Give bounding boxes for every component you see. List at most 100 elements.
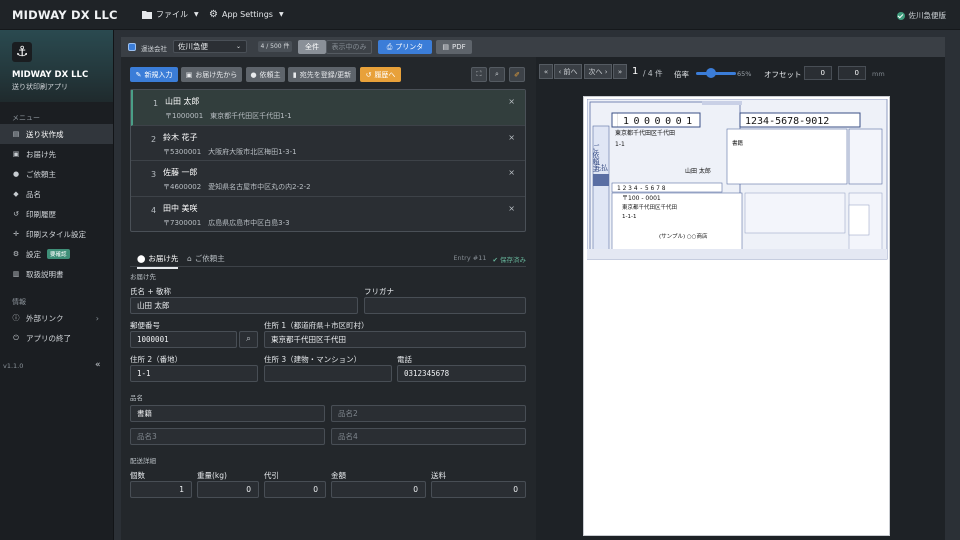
delete-icon[interactable]: × (508, 133, 515, 142)
search-icon: ⌕ (245, 334, 252, 344)
address3-input[interactable] (264, 365, 392, 382)
fullscreen-button[interactable]: ⛶ (471, 67, 487, 82)
client-button[interactable]: ● 依頼主 (246, 67, 285, 82)
filter-all-button[interactable]: 全件 (298, 40, 326, 54)
style-icon: ✛ (13, 230, 19, 238)
quantity-input[interactable]: 1 (130, 481, 192, 498)
phone-label: 電話 (397, 355, 412, 364)
zip-search-button[interactable]: ⌕ (239, 331, 258, 348)
item2-input[interactable]: 品名2 (331, 405, 526, 422)
shipment-list: 1 山田 太郎 〒1000001 東京都千代田区千代田1-1 × 2 鈴木 花子 〒530… (130, 89, 526, 232)
bookmark-icon: ▮ (292, 70, 297, 79)
name-input[interactable]: 山田 太郎 (130, 297, 358, 314)
folder-icon (142, 11, 152, 19)
menu-section-label: メニュー (12, 114, 40, 122)
sidebar-item-settings[interactable]: ⚙ 設定 要確認 (0, 244, 113, 264)
carrier-select[interactable]: 佐川急便 ⌄ (173, 40, 247, 53)
address2-input[interactable]: 1-1 (130, 365, 258, 382)
sidebar-item-label: 取扱説明書 (26, 269, 64, 279)
slip-sender-address2: 1-1-1 (622, 214, 636, 220)
sidebar-item-history[interactable]: ↺ 印刷履歴 (0, 204, 113, 224)
broom-icon: ✐ (514, 70, 520, 79)
prev-page-label: 前へ (563, 67, 578, 76)
next-page-button[interactable]: 次へ › (584, 64, 612, 79)
app-brand: MIDWAY DX LLC (12, 8, 118, 22)
zoom-slider-handle[interactable] (706, 68, 716, 78)
filter-visible-button[interactable]: 表示中のみ (326, 40, 372, 54)
carrier-checkbox[interactable] (128, 43, 136, 51)
delete-icon[interactable]: × (508, 204, 515, 213)
first-page-button[interactable]: « (539, 64, 553, 79)
search-icon: ⌕ (495, 70, 499, 78)
prev-page-button[interactable]: ‹ 前へ (554, 64, 582, 79)
file-icon: ▤ (12, 130, 20, 138)
quantity-label: 個数 (130, 471, 145, 480)
file-menu-label: ファイル (156, 10, 188, 19)
zip-input[interactable]: 1000001 (130, 331, 237, 348)
list-item-number: 4 (151, 205, 157, 215)
clear-button[interactable]: ✐ (509, 67, 525, 82)
register-address-button[interactable]: ▮ 宛先を登録/更新 (288, 67, 356, 82)
sidebar-item-label: ご依頼主 (26, 169, 56, 179)
zoom-label: 倍率 (674, 70, 689, 79)
to-history-button[interactable]: ↺ 履歴へ (360, 67, 401, 82)
item3-input[interactable]: 品名3 (130, 428, 325, 445)
tab-destination[interactable]: ⬤ お届け先 (137, 253, 179, 269)
delete-icon[interactable]: × (508, 168, 515, 177)
address1-input[interactable]: 東京都千代田区千代田 (264, 331, 526, 348)
shipping-fee-input[interactable]: 0 (431, 481, 526, 498)
sidebar-item-print-style[interactable]: ✛ 印刷スタイル設定 (0, 224, 113, 244)
sidebar-item-items[interactable]: ◆ 品名 (0, 184, 113, 204)
sidebar-item-manual[interactable]: ▥ 取扱説明書 (0, 264, 113, 284)
item1-input[interactable]: 書籍 (130, 405, 325, 422)
shipping-slip: ご依頼主 元払 1000001 1234-5678-9012 東京都千代田区千代… (587, 99, 888, 260)
collapse-sidebar-icon[interactable]: « (95, 360, 101, 370)
tab-client-label: ご依頼主 (194, 254, 225, 263)
list-item[interactable]: 2 鈴木 花子 〒5300001 大阪府大阪市北区梅田1-3-1 × (131, 126, 525, 161)
sidebar-item-quit[interactable]: ⏻ アプリの終了 (0, 328, 113, 348)
sidebar-item-external-links[interactable]: ⓘ 外部リンク › (0, 308, 113, 328)
list-item[interactable]: 1 山田 太郎 〒1000001 東京都千代田区千代田1-1 × (131, 90, 525, 126)
cod-input[interactable]: 0 (264, 481, 326, 498)
list-item[interactable]: 3 佐藤 一郎 〒4600002 愛知県名古屋市中区丸の内2-2-2 × (131, 161, 525, 197)
list-item-name: 山田 太郎 (165, 97, 200, 106)
entry-number: Entry #11 (453, 254, 487, 262)
offset-y-input[interactable]: 0 (838, 66, 866, 80)
register-address-label: 宛先を登録/更新 (299, 70, 352, 79)
user-icon: ● (250, 70, 257, 79)
carrier-status-label: 佐川急便版 (908, 11, 947, 20)
last-page-button[interactable]: » (613, 64, 627, 79)
pdf-button[interactable]: ▤ PDF (436, 40, 472, 54)
zoom-value: 65% (737, 70, 752, 78)
amount-input[interactable]: 0 (331, 481, 426, 498)
main-panel: 運送会社 佐川急便 ⌄ 4 / 500 件 全件 表示中のみ ⎙ プリンタ ▤ PDF… (121, 37, 945, 540)
weight-input[interactable]: 0 (197, 481, 259, 498)
address3-label: 住所 3（建物・マンション） (264, 355, 362, 364)
tab-client[interactable]: ⌂ ご依頼主 (187, 253, 225, 264)
item4-input[interactable]: 品名4 (331, 428, 526, 445)
sidebar-item-label: 印刷履歴 (26, 209, 56, 219)
zoom-slider[interactable] (696, 72, 736, 75)
kana-input[interactable] (364, 297, 526, 314)
list-item-address: 〒5300001 大阪府大阪市北区梅田1-3-1 (163, 147, 297, 156)
list-item[interactable]: 4 田中 美咲 〒7300001 広島県広島市中区白島3-3 × (131, 197, 525, 233)
info-section-label: 情報 (12, 298, 26, 306)
phone-input[interactable]: 0312345678 (397, 365, 526, 382)
offset-x-input[interactable]: 0 (804, 66, 832, 80)
file-menu[interactable]: ファイル ▼ (142, 9, 199, 20)
printer-button[interactable]: ⎙ プリンタ (378, 40, 432, 54)
slip-address2: 1-1 (615, 141, 625, 148)
sidebar-item-clients[interactable]: ● ご依頼主 (0, 164, 113, 184)
new-entry-button[interactable]: ✎ 新規入力 (130, 67, 178, 82)
warning-badge: 要確認 (47, 249, 70, 259)
offset-label: オフセット (764, 70, 802, 79)
sidebar-item-destinations[interactable]: ▣ お届け先 (0, 144, 113, 164)
slip-sender-name: (サンプル) ○○商店 (659, 232, 708, 240)
record-count-badge: 4 / 500 件 (258, 41, 292, 52)
slip-phone: 1234-5678 (617, 185, 668, 192)
search-button[interactable]: ⌕ (489, 67, 505, 82)
from-destination-button[interactable]: ▣ お届け先から (181, 67, 242, 82)
settings-menu[interactable]: ⚙ App Settings ▼ (209, 9, 284, 20)
sidebar-item-create[interactable]: ▤ 送り状作成 (0, 124, 113, 144)
delete-icon[interactable]: × (508, 97, 515, 106)
